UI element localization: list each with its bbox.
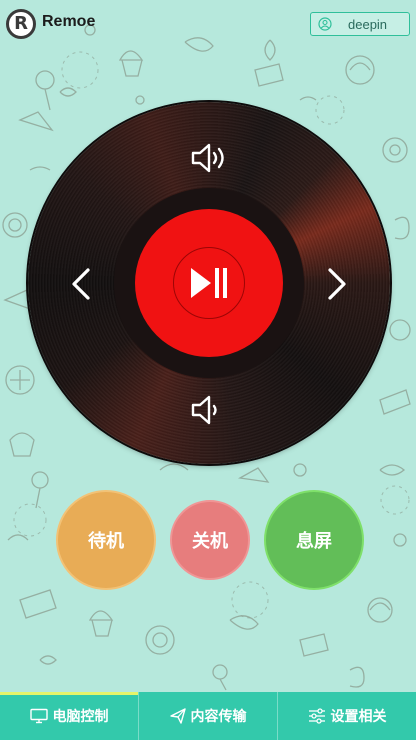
send-icon [169,708,186,724]
bottom-navigation: 电脑控制 内容传输 设置相关 [0,692,416,740]
previous-button[interactable] [64,262,98,306]
tab-pc-control[interactable]: 电脑控制 [0,692,138,740]
volume-down-icon [191,395,217,425]
app-header: R Remoe deepin [0,0,416,48]
monitor-icon [29,708,48,724]
tab-settings[interactable]: 设置相关 [277,692,416,740]
play-pause-button[interactable] [173,247,245,319]
shutdown-button[interactable]: 关机 [170,500,250,580]
user-name: deepin [348,16,388,32]
sliders-icon [308,708,325,724]
volume-up-button[interactable] [186,138,232,178]
tab-content-transfer-label: 内容传输 [190,709,247,725]
screen-off-label: 息屏 [296,531,332,552]
volume-up-icon [191,143,224,173]
record-disc [28,102,390,464]
standby-button[interactable]: 待机 [56,490,156,590]
user-account-button[interactable]: deepin [310,12,410,36]
chevron-left-icon [72,268,90,300]
standby-label: 待机 [88,531,124,552]
next-button[interactable] [320,262,354,306]
volume-down-button[interactable] [186,390,232,430]
app-title: Remoe [42,13,96,30]
logo-letter: R [14,13,28,34]
tab-settings-label: 设置相关 [330,709,387,725]
shutdown-label: 关机 [192,531,228,552]
tab-pc-control-label: 电脑控制 [52,709,109,725]
tab-content-transfer[interactable]: 内容传输 [138,692,277,740]
play-pause-icon [191,268,227,298]
person-circle-icon [318,17,332,31]
screen-off-button[interactable]: 息屏 [264,490,364,590]
app-logo: R [6,9,36,39]
chevron-right-icon [328,268,346,300]
